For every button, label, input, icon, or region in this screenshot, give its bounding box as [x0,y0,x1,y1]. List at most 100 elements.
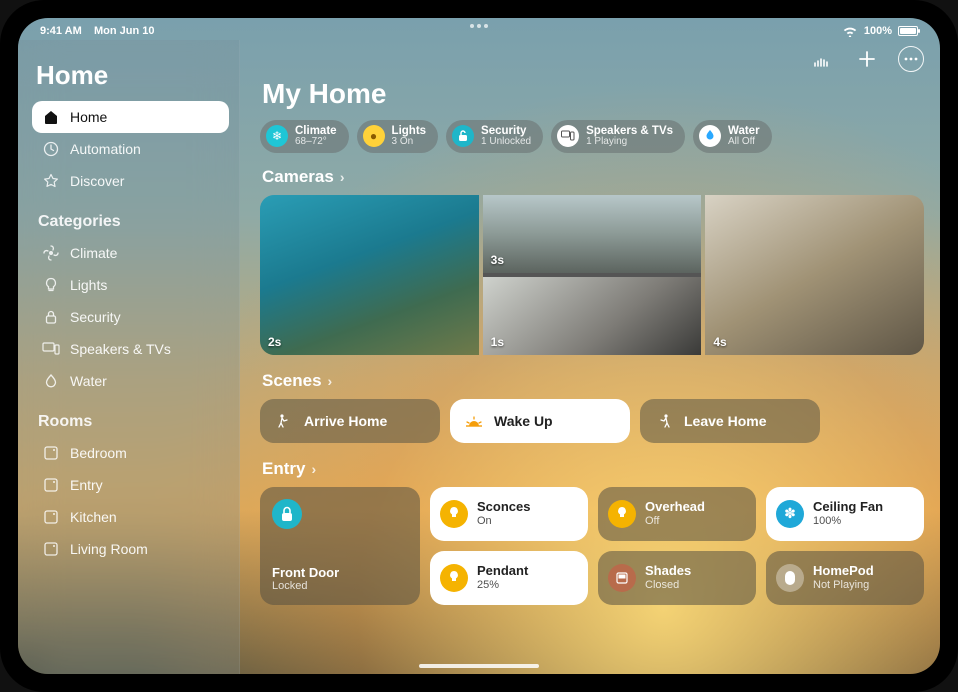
sidebar-item-bedroom[interactable]: Bedroom [32,437,229,469]
sidebar-item-discover[interactable]: Discover [32,165,229,197]
status-right: 100% [842,25,918,37]
chip-climate[interactable]: ❄︎ Climate68–72° [260,120,349,153]
sidebar-item-kitchen[interactable]: Kitchen [32,501,229,533]
tile-name: Sconces [477,500,530,514]
fan-icon [42,244,60,262]
camera-grid: 2s 3s 1s 4s [260,195,924,355]
chip-subtitle: 3 On [392,137,427,148]
tile-homepod[interactable]: HomePodNot Playing [766,551,924,605]
tile-status: On [477,515,530,527]
tile-shades[interactable]: ShadesClosed [598,551,756,605]
tile-name: Overhead [645,500,705,514]
status-chips: ❄︎ Climate68–72° ● Lights3 On Security1 … [260,120,924,153]
sidebar-title: Home [36,60,225,91]
sidebar-item-living-room[interactable]: Living Room [32,533,229,565]
scene-label: Leave Home [684,413,766,429]
status-bar: 9:41 AM Mon Jun 10 100% [18,18,940,40]
tile-status: Off [645,515,705,527]
tile-name: Pendant [477,564,528,578]
chevron-right-icon: › [340,169,345,185]
tile-name: Shades [645,564,691,578]
chip-subtitle: 1 Unlocked [481,137,531,148]
chip-water[interactable]: WaterAll Off [693,120,772,153]
camera-timestamp: 2s [268,335,281,349]
house-icon [42,108,60,126]
sidebar-item-automation[interactable]: Automation [32,133,229,165]
tile-front-door[interactable]: Front DoorLocked [260,487,420,605]
sidebar-item-label: Security [70,309,121,325]
tile-overhead[interactable]: OverheadOff [598,487,756,541]
page-title: My Home [262,78,924,110]
sidebar-item-home[interactable]: Home [32,101,229,133]
camera-timestamp: 3s [491,253,504,267]
tile-pendant[interactable]: Pendant25% [430,551,588,605]
add-button[interactable] [854,46,880,72]
scene-arrive-home[interactable]: Arrive Home [260,399,440,443]
lock-icon [452,125,474,147]
camera-tile-driveway[interactable]: 3s [483,195,702,273]
camera-tile-living[interactable]: 4s [705,195,924,355]
sidebar-section-categories: Categories [38,213,223,231]
fan-icon: ❄︎ [266,125,288,147]
tile-name: Ceiling Fan [813,500,883,514]
tile-name: HomePod [813,564,874,578]
clock-icon [42,140,60,158]
sidebar-item-climate[interactable]: Climate [32,237,229,269]
battery-percent: 100% [864,25,892,37]
section-header-scenes[interactable]: Scenes › [262,371,924,391]
tv-speaker-icon [42,340,60,358]
sidebar-item-label: Kitchen [70,509,117,525]
tile-status: 25% [477,579,528,591]
camera-tile-pool[interactable]: 2s [260,195,479,355]
person-arrive-icon [274,411,294,431]
status-date: Mon Jun 10 [94,25,155,37]
sidebar-item-water[interactable]: Water [32,365,229,397]
section-title: Cameras [262,167,334,187]
lock-icon [272,499,302,529]
section-header-cameras[interactable]: Cameras › [262,167,924,187]
home-indicator[interactable] [419,664,539,668]
shades-icon [608,564,636,592]
sidebar-item-entry[interactable]: Entry [32,469,229,501]
chip-subtitle: 68–72° [295,137,337,148]
sidebar-item-security[interactable]: Security [32,301,229,333]
bulb-icon [440,500,468,528]
sidebar-item-label: Living Room [70,541,148,557]
sidebar-item-lights[interactable]: Lights [32,269,229,301]
tile-sconces[interactable]: SconcesOn [430,487,588,541]
sidebar-item-label: Water [70,373,107,389]
fan-icon: ✽ [776,500,804,528]
sidebar-item-label: Automation [70,141,141,157]
more-button[interactable] [898,46,924,72]
section-header-entry[interactable]: Entry › [262,459,924,479]
bulb-icon [608,500,636,528]
status-left: 9:41 AM Mon Jun 10 [40,25,155,37]
scene-wake-up[interactable]: Wake Up [450,399,630,443]
bulb-icon [42,276,60,294]
tile-status: Locked [272,580,339,592]
chip-speakers-tvs[interactable]: Speakers & TVs1 Playing [551,120,685,153]
chevron-right-icon: › [311,461,316,477]
chip-security[interactable]: Security1 Unlocked [446,120,543,153]
screen: 9:41 AM Mon Jun 10 100% Home Home [18,18,940,674]
section-title: Scenes [262,371,322,391]
announce-button[interactable] [810,46,836,72]
drop-icon [699,125,721,147]
status-time: 9:41 AM [40,25,82,37]
camera-tile-garage[interactable]: 1s [483,277,702,355]
bulb-icon [440,564,468,592]
room-icon [42,540,60,558]
chip-subtitle: All Off [728,137,760,148]
sidebar-item-speakers-tvs[interactable]: Speakers & TVs [32,333,229,365]
toolbar [810,46,924,72]
sidebar-section-rooms: Rooms [38,413,223,431]
tile-ceiling-fan[interactable]: ✽ Ceiling Fan100% [766,487,924,541]
main-content: My Home ❄︎ Climate68–72° ● Lights3 On Se… [240,40,940,674]
chip-lights[interactable]: ● Lights3 On [357,120,439,153]
tile-status: Closed [645,579,691,591]
star-icon [42,172,60,190]
scenes-row: Arrive Home Wake Up Leave Home [260,399,924,443]
bulb-icon: ● [363,125,385,147]
scene-leave-home[interactable]: Leave Home [640,399,820,443]
multitask-dots[interactable] [470,24,488,28]
